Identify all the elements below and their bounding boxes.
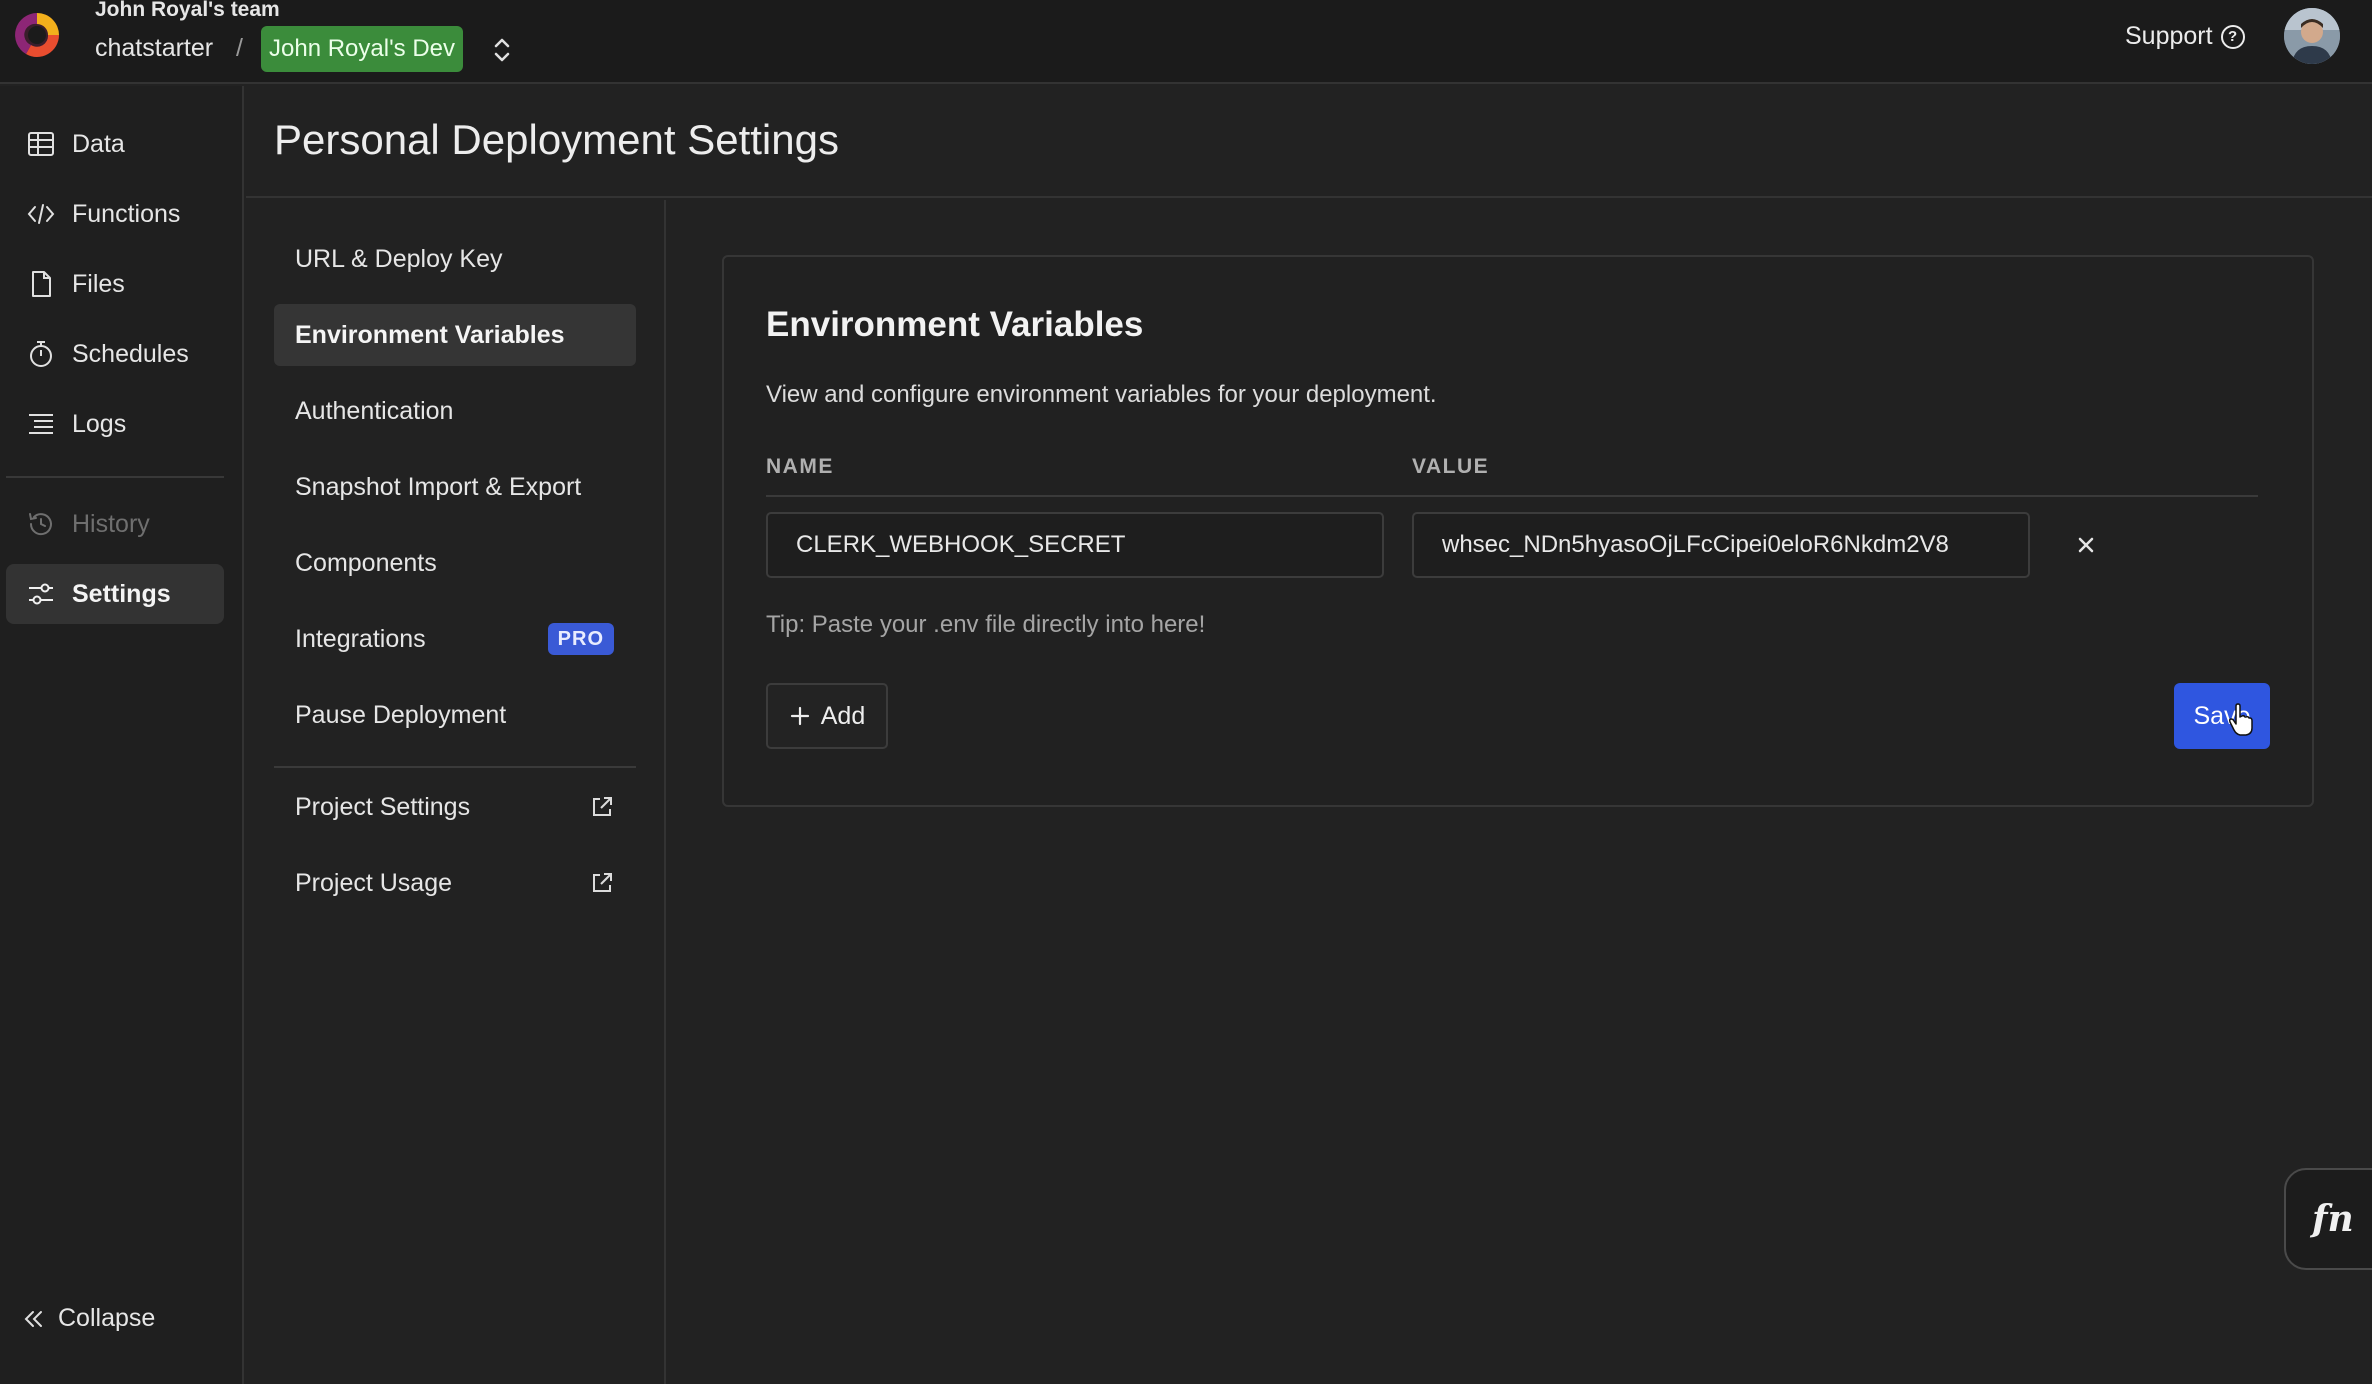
settings-nav-label: URL & Deploy Key [295,244,503,273]
sidebar-item-data[interactable]: Data [6,114,224,174]
collapse-label: Collapse [58,1304,156,1332]
external-link-icon [593,873,612,892]
settings-nav-label: Snapshot Import & Export [295,472,582,501]
external-link-icon [593,797,612,816]
support-label: Support [2125,22,2213,50]
sidebar-item-label: Logs [72,409,127,438]
env-value-input[interactable]: whsec_NDn5hyasoOjLFcCipei0eloR6Nkdm2V8 [1412,512,2030,578]
environment-variables-card: Environment Variables View and configure… [722,255,2314,807]
settings-nav-pause-deployment[interactable]: Pause Deployment [274,684,636,746]
sliders-icon [29,583,53,605]
chevron-up-down-icon[interactable] [492,36,512,64]
plus-icon [790,706,809,726]
save-button[interactable]: Save [2174,683,2270,749]
settings-nav-label: Project Usage [295,868,453,897]
sidebar-item-schedules[interactable]: Schedules [6,324,224,384]
chevrons-left-icon [24,1310,42,1327]
table-icon [28,132,54,156]
hand-cursor-icon [2228,703,2253,736]
breadcrumb-separator: / [236,34,243,62]
sidebar-item-logs[interactable]: Logs [6,394,224,454]
collapse-button[interactable]: Collapse [22,1304,155,1333]
top-bar: John Royal's team chatstarter / John Roy… [0,0,2372,84]
settings-nav-label: Integrations [295,624,426,653]
sidebar-item-label: Settings [72,579,171,608]
file-icon [32,271,51,297]
sidebar-item-history: History [6,494,224,554]
sidebar-divider [6,476,224,478]
value-column-header: VALUE [1412,455,1490,478]
list-icon [29,414,53,434]
settings-nav-label: Authentication [295,396,454,425]
project-selector[interactable]: chatstarter [95,34,213,63]
remove-variable-icon[interactable] [2074,533,2098,557]
team-name: John Royal's team [95,0,280,21]
sidebar-item-label: Functions [72,199,181,228]
add-label: Add [820,701,866,730]
pro-badge: PRO [547,623,614,655]
settings-nav-authentication[interactable]: Authentication [274,380,636,442]
help-circle-icon: ? [2220,24,2245,49]
function-runner-button[interactable]: fn [2284,1168,2372,1270]
convex-logo-icon[interactable] [12,10,62,60]
settings-nav-integrations[interactable]: Integrations PRO [274,608,636,670]
page-header: Personal Deployment Settings [246,86,2372,198]
paste-tip: Tip: Paste your .env file directly into … [766,611,1206,638]
settings-nav-project-settings[interactable]: Project Settings [274,776,636,838]
sidebar-item-label: Data [72,129,125,158]
settings-nav-label: Environment Variables [295,320,565,349]
card-description: View and configure environment variables… [766,381,1437,408]
settings-nav-project-usage[interactable]: Project Usage [274,852,636,914]
settings-nav-label: Project Settings [295,792,471,821]
history-icon [29,513,52,536]
page-title: Personal Deployment Settings [274,116,839,163]
settings-nav: URL & Deploy Key Environment Variables A… [246,200,666,1384]
name-column-header: NAME [766,455,834,478]
header-divider [766,495,2258,497]
card-title: Environment Variables [766,305,1144,344]
code-icon [27,204,55,224]
add-variable-button[interactable]: Add [766,683,888,749]
settings-nav-url-deploy-key[interactable]: URL & Deploy Key [274,228,636,290]
deployment-badge[interactable]: John Royal's Dev [261,26,463,72]
main-sidebar: Data Functions Files Schedules Logs Hist… [0,86,244,1384]
sidebar-item-label: Schedules [72,339,189,368]
sidebar-item-label: Files [72,269,125,298]
avatar[interactable] [2284,8,2340,64]
app-root: John Royal's team chatstarter / John Roy… [0,0,2372,1384]
sidebar-item-label: History [72,509,150,538]
settings-nav-snapshot-import-export[interactable]: Snapshot Import & Export [274,456,636,518]
sidebar-item-files[interactable]: Files [6,254,224,314]
env-name-input[interactable]: CLERK_WEBHOOK_SECRET [766,512,1384,578]
sidebar-item-functions[interactable]: Functions [6,184,224,244]
settings-nav-components[interactable]: Components [274,532,636,594]
stopwatch-icon [30,341,52,367]
settings-nav-label: Pause Deployment [295,700,507,729]
user-avatar-icon [2284,8,2340,64]
settings-nav-environment-variables[interactable]: Environment Variables [274,304,636,366]
settings-nav-divider [274,766,636,768]
sidebar-item-settings[interactable]: Settings [6,564,224,624]
support-button[interactable]: Support ? [2125,22,2245,51]
settings-nav-label: Components [295,548,437,577]
